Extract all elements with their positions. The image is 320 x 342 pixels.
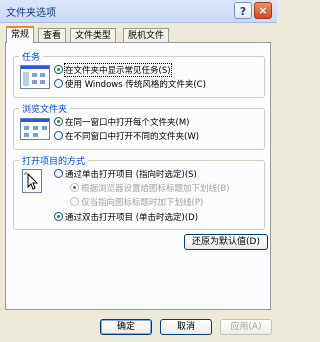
close-button[interactable]: ×	[254, 2, 272, 19]
tab-panel-general: 任务 在文件夹中显示常见任务(S) 使用 Windows 传统风格的文件夹(C)…	[5, 42, 271, 310]
same-window-radio[interactable]	[54, 117, 63, 126]
single-click-radio[interactable]	[54, 169, 63, 178]
group-open-items: 打开项目的方式 通过单击打开项目 (指向时选定)(S) 根据浏览器设置给图标标题…	[13, 154, 265, 230]
window-title: 文件夹选项	[6, 8, 56, 19]
tab-offline-files[interactable]: 脱机文件	[123, 28, 170, 42]
cancel-button[interactable]: 取消	[160, 319, 212, 335]
separate-window-label[interactable]: 在不同窗口中打开不同的文件夹(W)	[65, 130, 199, 142]
separate-window-radio[interactable]	[54, 131, 63, 140]
same-window-label[interactable]: 在同一窗口中打开每个文件夹(M)	[65, 116, 189, 128]
underline-hover-label[interactable]: 仅当指向图标标题时加下划线(P)	[81, 196, 203, 208]
apply-button[interactable]: 应用(A)	[220, 319, 272, 335]
browse-folder-icon	[20, 118, 50, 140]
restore-defaults-button[interactable]: 还原为默认值(D)	[184, 234, 268, 250]
ok-button[interactable]: 确定	[100, 319, 152, 335]
double-click-label[interactable]: 通过双击打开项目 (单击时选定)(D)	[65, 211, 198, 223]
tasks-folder-icon	[20, 65, 50, 89]
help-button[interactable]: ?	[234, 2, 252, 19]
group-open-title: 打开项目的方式	[19, 154, 89, 167]
classic-folders-label[interactable]: 使用 Windows 传统风格的文件夹(C)	[65, 78, 206, 90]
underline-hover-radio[interactable]	[70, 197, 79, 206]
tab-general[interactable]: 常规	[6, 26, 35, 43]
tab-file-types[interactable]: 文件类型	[70, 28, 117, 42]
group-browse-folders: 浏览文件夹 在同一窗口中打开每个文件夹(M) 在不同窗口中打开不同的文件夹(W)	[13, 102, 265, 150]
single-click-label[interactable]: 通过单击打开项目 (指向时选定)(S)	[65, 168, 197, 180]
group-tasks: 任务 在文件夹中显示常见任务(S) 使用 Windows 传统风格的文件夹(C)	[13, 50, 265, 98]
underline-browser-label[interactable]: 根据浏览器设置给图标标题加下划线(B)	[81, 182, 229, 194]
group-tasks-title: 任务	[19, 50, 44, 63]
click-cursor-icon	[22, 169, 42, 193]
group-browse-title: 浏览文件夹	[19, 102, 71, 115]
show-common-tasks-label[interactable]: 在文件夹中显示常见任务(S)	[64, 63, 172, 77]
title-bar: 文件夹选项 ? ×	[0, 0, 277, 23]
tab-view[interactable]: 查看	[38, 28, 67, 42]
classic-folders-radio[interactable]	[54, 79, 63, 88]
underline-browser-radio[interactable]	[70, 183, 79, 192]
double-click-radio[interactable]	[54, 212, 63, 221]
show-common-tasks-radio[interactable]	[54, 65, 63, 74]
